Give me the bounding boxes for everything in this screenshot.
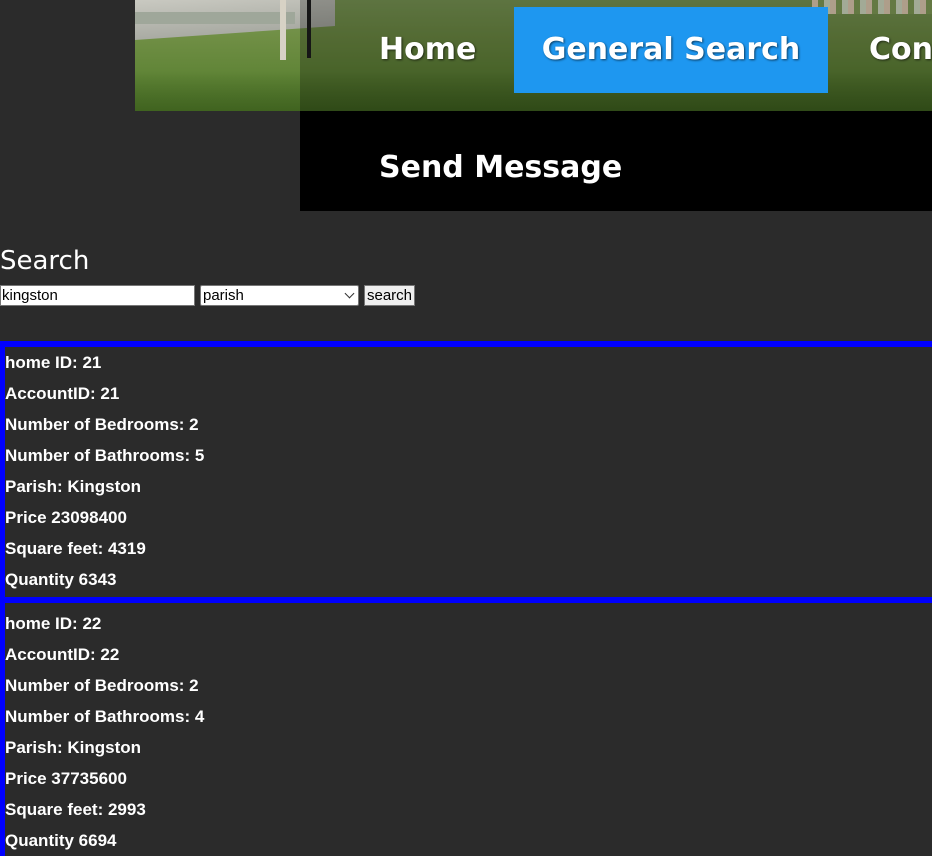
result-bedrooms: Number of Bedrooms: 2: [5, 415, 199, 434]
result-card: [0, 341, 932, 603]
result-quantity: Quantity 6694: [5, 831, 117, 850]
banner-tree-trunk: [280, 0, 286, 60]
nav-send-message-link[interactable]: Send Message: [379, 125, 622, 211]
result-square-feet: Square feet: 2993: [5, 800, 146, 819]
result-price: Price 37735600: [5, 769, 127, 788]
search-button[interactable]: search: [364, 285, 415, 306]
result-account-id: AccountID: 22: [5, 645, 120, 664]
chevron-down-icon: [344, 288, 355, 299]
result-price: Price 23098400: [5, 508, 127, 527]
result-account-id: AccountID: 21: [5, 384, 120, 403]
result-home-id: home ID: 22: [5, 614, 102, 633]
result-bathrooms: Number of Bathrooms: 4: [5, 707, 205, 726]
nav-home-link[interactable]: Home: [379, 7, 476, 93]
nav-contact-link[interactable]: Con: [869, 7, 932, 93]
result-bedrooms: Number of Bedrooms: 2: [5, 676, 199, 695]
search-heading: Search: [0, 246, 90, 276]
search-input[interactable]: [0, 285, 195, 306]
result-square-feet: Square feet: 4319: [5, 539, 146, 558]
banner-driveway: [135, 12, 295, 24]
search-filter-select[interactable]: parish: [200, 285, 359, 306]
result-home-id: home ID: 21: [5, 353, 102, 372]
nav-general-search-link[interactable]: General Search: [514, 7, 828, 93]
result-quantity: Quantity 6343: [5, 570, 117, 589]
result-parish: Parish: Kingston: [5, 477, 142, 496]
result-bathrooms: Number of Bathrooms: 5: [5, 446, 205, 465]
result-parish: Parish: Kingston: [5, 738, 142, 757]
page: Home General Search Con Send Message Sea…: [0, 0, 932, 856]
search-filter-selected-value: parish: [203, 287, 244, 304]
